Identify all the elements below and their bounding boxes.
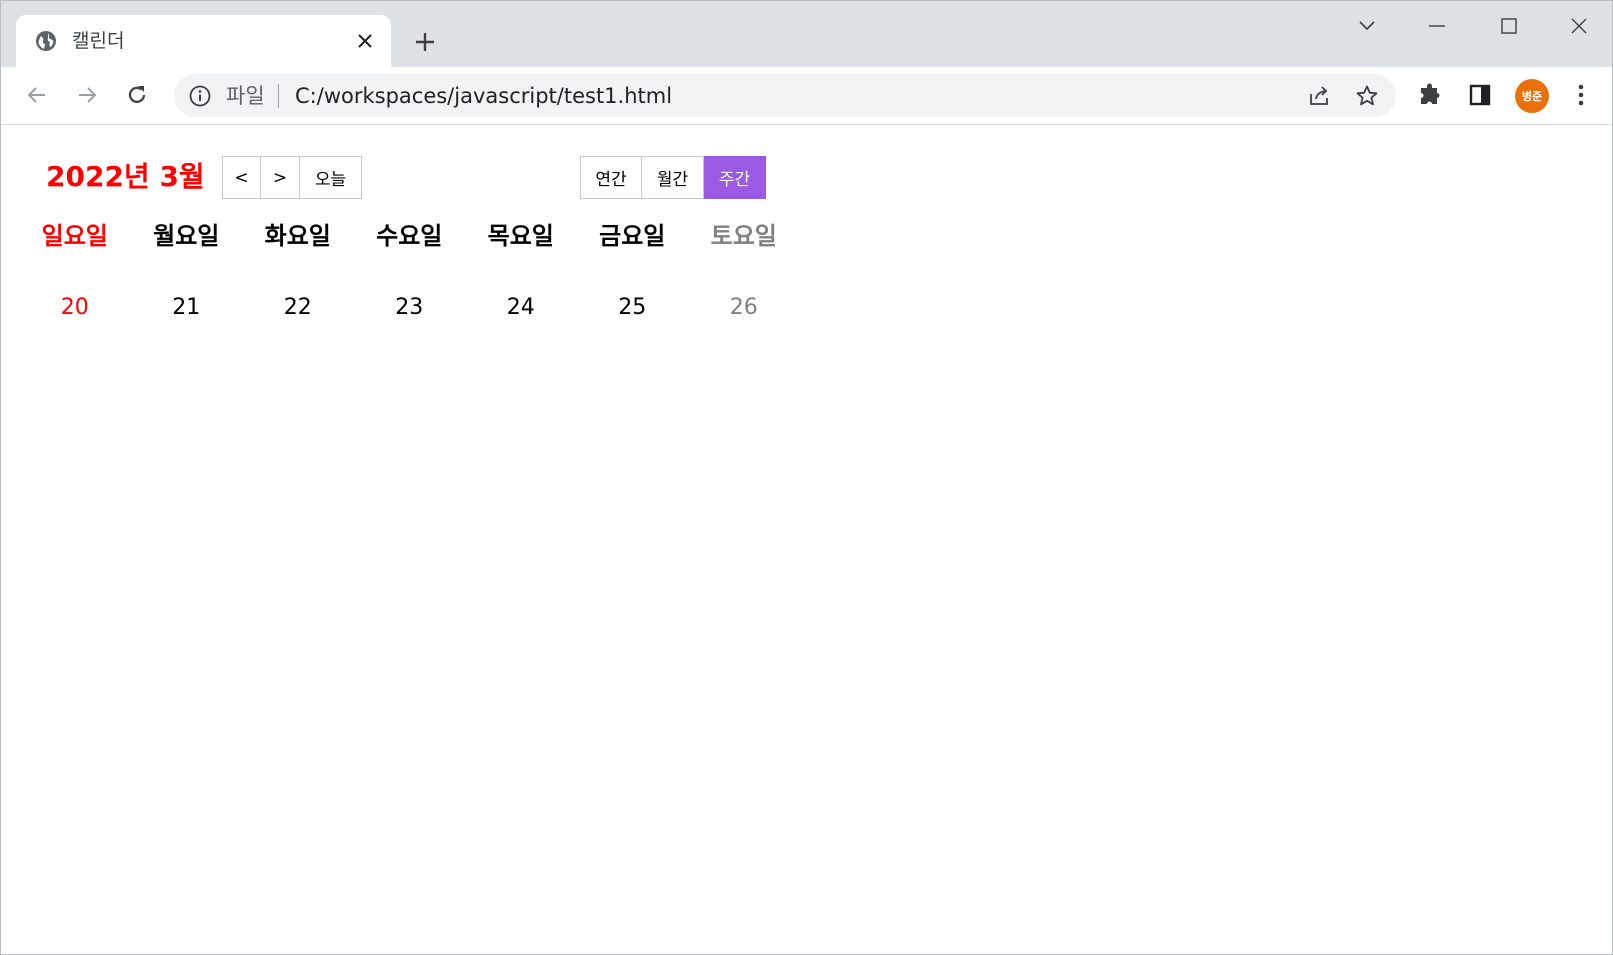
weekday-thursday: 목요일	[487, 222, 554, 250]
weekday-header-row: 일요일 월요일 화요일 수요일 목요일 금요일 토요일	[19, 221, 800, 251]
scheme-label: 파일	[226, 84, 265, 108]
extensions-puzzle-icon[interactable]	[1415, 80, 1445, 110]
globe-icon	[34, 29, 58, 53]
date-cell[interactable]: 24	[465, 293, 577, 323]
weekday-tuesday: 화요일	[264, 222, 331, 250]
browser-toolbar: 파일 C:/workspaces/javascript/test1.html 병…	[1, 67, 1612, 125]
divider	[278, 84, 279, 108]
new-tab-button[interactable]	[410, 27, 440, 57]
browser-tab[interactable]: 캘린더	[16, 15, 391, 67]
address-bar[interactable]: 파일 C:/workspaces/javascript/test1.html	[174, 74, 1396, 117]
view-toggle-group: 연간 월간 주간	[580, 156, 766, 199]
tab-search-icon[interactable]	[1347, 11, 1387, 41]
week-view-button[interactable]: 주간	[704, 156, 766, 199]
page-content: 2022년 3월 < > 오늘 연간 월간 주간 일요일 월요일 화요일 수요일…	[1, 126, 1612, 954]
prev-button[interactable]: <	[222, 156, 261, 199]
weekday-friday: 금요일	[599, 222, 666, 250]
weekday-saturday: 토요일	[710, 222, 777, 250]
date-cell[interactable]: 20	[19, 293, 131, 323]
today-button[interactable]: 오늘	[300, 156, 362, 199]
year-view-button[interactable]: 연간	[580, 156, 642, 199]
maximize-button[interactable]	[1489, 11, 1529, 41]
info-icon[interactable]	[188, 84, 212, 108]
date-cell[interactable]: 25	[577, 293, 689, 323]
forward-button[interactable]	[69, 77, 105, 113]
profile-avatar[interactable]: 병준	[1515, 79, 1549, 113]
close-window-button[interactable]	[1559, 11, 1599, 41]
side-panel-icon[interactable]	[1465, 80, 1495, 110]
reload-button[interactable]	[119, 77, 155, 113]
date-cell[interactable]: 21	[131, 293, 243, 323]
minimize-button[interactable]	[1417, 11, 1457, 41]
tab-strip: 캘린더	[1, 1, 1612, 67]
bookmark-star-icon[interactable]	[1355, 84, 1379, 108]
tab-title: 캘린더	[72, 30, 125, 52]
week-dates-row: 20 21 22 23 24 25 26	[19, 293, 800, 323]
weekday-monday: 월요일	[153, 222, 220, 250]
weekday-sunday: 일요일	[41, 222, 108, 250]
weekday-wednesday: 수요일	[376, 222, 443, 250]
month-view-button[interactable]: 월간	[642, 156, 704, 199]
close-tab-icon[interactable]	[353, 29, 377, 53]
date-cell[interactable]: 26	[688, 293, 800, 323]
next-button[interactable]: >	[261, 156, 300, 199]
date-cell[interactable]: 22	[242, 293, 354, 323]
date-cell[interactable]: 23	[354, 293, 466, 323]
menu-kebab-icon[interactable]	[1566, 80, 1596, 110]
url-text[interactable]: C:/workspaces/javascript/test1.html	[295, 83, 672, 109]
calendar-title: 2022년 3월	[46, 160, 205, 193]
browser-window: 캘린더 파일 C:/workspaces/javascript/test1.ht…	[0, 0, 1613, 955]
share-icon[interactable]	[1307, 84, 1331, 108]
calendar-nav-group: < > 오늘	[222, 156, 362, 199]
back-button[interactable]	[19, 77, 55, 113]
